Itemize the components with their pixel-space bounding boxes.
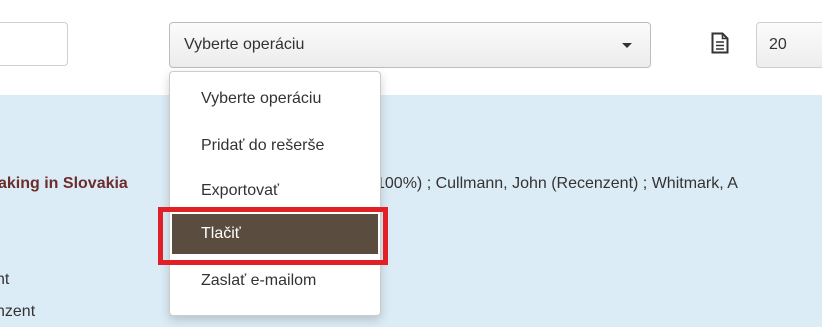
result-role-line: nt (0, 271, 10, 288)
menu-item-export[interactable]: Exportovať (201, 182, 279, 200)
result-role-line: nzent (0, 303, 36, 320)
result-authors: 100%) ; Cullmann, John (Recenzent) ; Whi… (376, 175, 738, 192)
search-input[interactable] (0, 22, 68, 66)
operation-select[interactable]: Vyberte operáciu (169, 22, 651, 68)
result-title-link[interactable]: aking in Slovakia (0, 175, 128, 193)
operation-dropdown-menu: Vyberte operáciu Pridať do rešerše Expor… (169, 71, 381, 316)
per-page-value: 20 (769, 36, 787, 53)
chevron-down-icon (622, 43, 632, 48)
highlight-box (158, 207, 388, 265)
toolbar: Vyberte operáciu 20 (0, 0, 822, 95)
results-area: aking in Slovakia 100%) ; Cullmann, John… (0, 95, 822, 327)
menu-item-add-to-search[interactable]: Pridať do rešerše (201, 137, 324, 155)
document-icon[interactable] (711, 32, 729, 54)
per-page-select[interactable]: 20 (756, 22, 822, 68)
menu-item-select-operation[interactable]: Vyberte operáciu (201, 90, 321, 108)
operation-select-value: Vyberte operáciu (184, 36, 305, 53)
menu-item-send-email[interactable]: Zaslať e-mailom (201, 272, 316, 290)
